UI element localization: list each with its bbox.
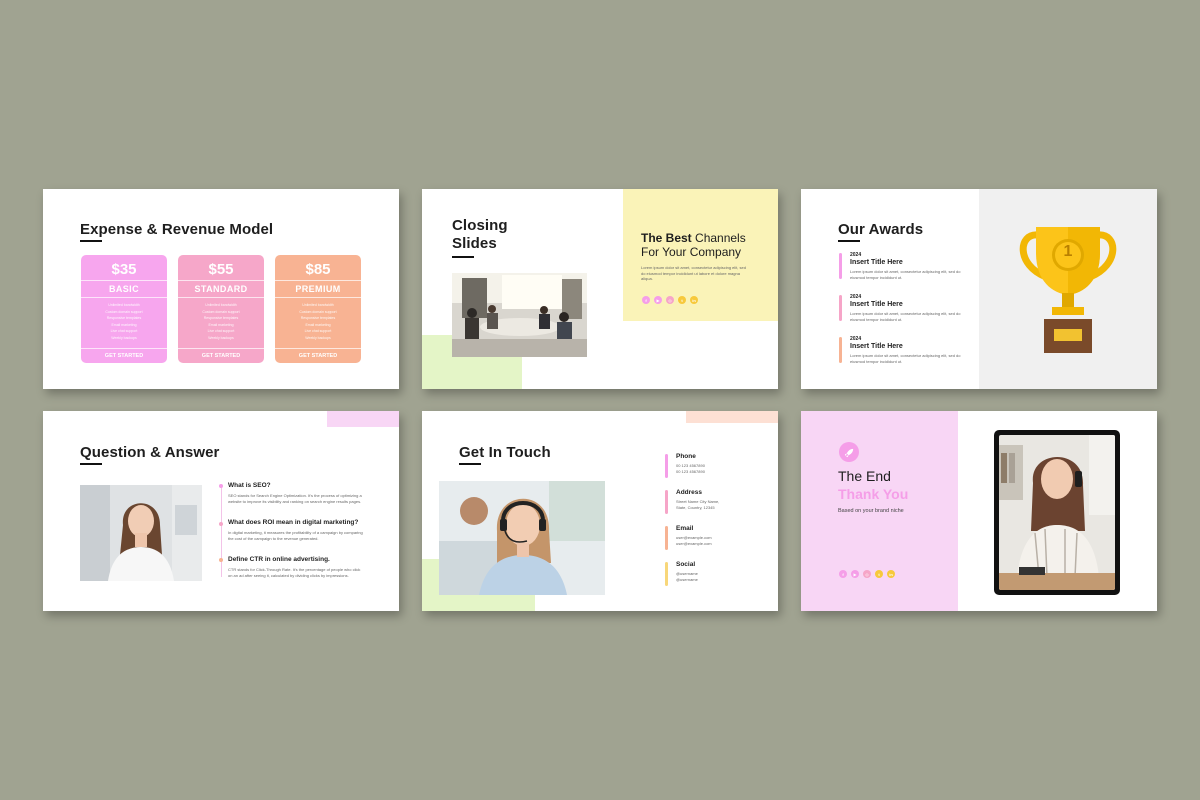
instagram-icon[interactable]: ◎ (863, 570, 871, 578)
twitter-icon[interactable]: t (678, 296, 686, 304)
contact-bar (665, 454, 668, 478)
award-bar (839, 337, 842, 363)
slide-expense-revenue[interactable]: Expense & Revenue Model $35 BASIC Unlimi… (43, 189, 399, 389)
the-end-heading: The End (838, 468, 891, 484)
pricing-card-premium: $85 PREMIUM Unlimited bandwidth Custom do… (275, 255, 361, 363)
title-underline (838, 240, 860, 242)
price: $35 (111, 261, 137, 278)
slide-title: Expense & Revenue Model (80, 221, 274, 238)
channels-body: Lorem ipsum dolor sit amet, consectetur … (641, 265, 746, 281)
slide-title: Our Awards (838, 221, 924, 238)
contact-address: Address Street Name City Name, State, Co… (676, 489, 720, 510)
slide-question-answer[interactable]: Question & Answer What is SEO? SEO stand… (43, 411, 399, 611)
contact-bar (665, 526, 668, 550)
contact-email: Email user@example.com user@example.com (676, 525, 712, 546)
plan-name: PREMIUM (275, 280, 361, 298)
slide-title: Closing Slides (452, 217, 508, 252)
linkedin-icon[interactable]: in (887, 570, 895, 578)
trophy-icon: 1 (1016, 225, 1120, 357)
get-started-button[interactable]: GET STARTED (178, 348, 264, 359)
title-underline (80, 240, 102, 242)
woman-photo (80, 485, 202, 581)
title-underline (80, 463, 102, 465)
instagram-icon[interactable]: ◎ (666, 296, 674, 304)
get-started-button[interactable]: GET STARTED (81, 348, 167, 359)
twitter-icon[interactable]: t (875, 570, 883, 578)
qa-item: Define CTR in online advertising. CTR st… (228, 556, 361, 578)
price: $55 (208, 261, 234, 278)
price: $85 (305, 261, 331, 278)
contact-bar (665, 562, 668, 586)
slide-closing[interactable]: Closing Slides The Best Channels For Your… (422, 189, 778, 389)
slide-the-end[interactable]: The End Thank You Based on your brand ni… (801, 411, 1157, 611)
award-bar (839, 253, 842, 279)
feature-list: Unlimited bandwidth Custom domain support… (202, 303, 240, 340)
pink-accent-block (327, 411, 399, 427)
plan-name: BASIC (81, 280, 167, 298)
title-underline (452, 256, 474, 258)
rocket-icon (839, 442, 859, 462)
trophy-number: 1 (1063, 243, 1073, 260)
channels-heading: The Best Channels For Your Company (641, 231, 746, 259)
award-bar (839, 295, 842, 321)
tablet-frame (994, 430, 1120, 595)
call-center-photo (439, 481, 605, 595)
qa-item: What is SEO? SEO stands for Search Engin… (228, 482, 362, 504)
meeting-photo (452, 273, 587, 357)
pricing-card-basic: $35 BASIC Unlimited bandwidth Custom doma… (81, 255, 167, 363)
feature-list: Unlimited bandwidth Custom domain support… (105, 303, 143, 340)
qa-dot (219, 558, 223, 562)
thank-you-heading: Thank You (838, 486, 909, 502)
qa-dot (219, 484, 223, 488)
slide-title: Get In Touch (459, 444, 551, 461)
youtube-icon[interactable]: ▶ (851, 570, 859, 578)
facebook-icon[interactable]: f (839, 570, 847, 578)
slide-title: Question & Answer (80, 444, 220, 461)
award-item: 2024 Insert Title Here Lorem ipsum dolor… (850, 252, 961, 280)
get-started-button[interactable]: GET STARTED (275, 348, 361, 359)
feature-list: Unlimited bandwidth Custom domain support… (299, 303, 337, 340)
the-end-subtitle: Based on your brand niche (838, 508, 904, 514)
contact-phone: Phone 00 123 4567890 00 123 4567890 (676, 453, 705, 474)
slide-get-in-touch[interactable]: Get In Touch Phone 00 123 4567890 00 123… (422, 411, 778, 611)
contact-social: Social @username @username (676, 561, 698, 582)
slide-awards[interactable]: Our Awards 2024 Insert Title Here Lorem … (801, 189, 1157, 389)
linkedin-icon[interactable]: in (690, 296, 698, 304)
qa-dot (219, 522, 223, 526)
title-underline (459, 463, 481, 465)
youtube-icon[interactable]: ▶ (654, 296, 662, 304)
facebook-icon[interactable]: f (642, 296, 650, 304)
social-icons: f ▶ ◎ t in (642, 296, 698, 304)
award-item: 2024 Insert Title Here Lorem ipsum dolor… (850, 294, 961, 322)
plan-name: STANDARD (178, 280, 264, 298)
contact-bar (665, 490, 668, 514)
pricing-card-standard: $55 STANDARD Unlimited bandwidth Custom d… (178, 255, 264, 363)
qa-timeline (221, 485, 222, 577)
peach-accent-block (686, 411, 778, 423)
woman-phone-photo (999, 435, 1115, 590)
qa-item: What does ROI mean in digital marketing?… (228, 519, 363, 541)
social-icons: f ▶ ◎ t in (839, 570, 895, 578)
award-item: 2024 Insert Title Here Lorem ipsum dolor… (850, 336, 961, 364)
